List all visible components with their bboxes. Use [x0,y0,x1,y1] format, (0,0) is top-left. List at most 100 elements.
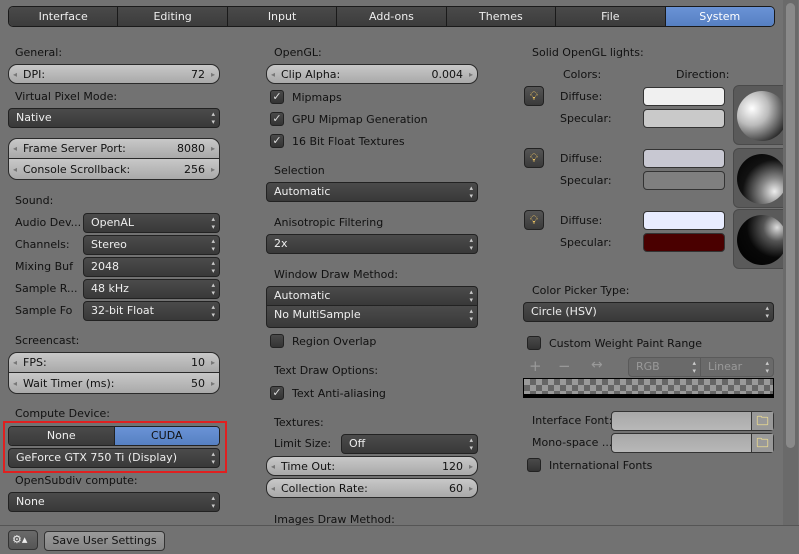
light-2-diffuse-swatch[interactable] [643,149,725,168]
channels-dropdown[interactable]: Stereo [83,235,220,255]
cs-value: 256 [184,162,205,176]
frame-server-port-field[interactable]: Frame Server Port: 8080 [8,138,220,158]
color-mode-dropdown[interactable]: RGB [628,357,701,377]
limit-size-dropdown[interactable]: Off [341,434,478,454]
textures-heading: Textures: [274,416,324,429]
timeout-field[interactable]: Time Out: 120 [266,456,478,476]
flip-arrows-icon[interactable]: ↔ [591,357,603,373]
aniso-dropdown[interactable]: 2x [266,234,478,254]
text-aa-label: Text Anti-aliasing [292,386,386,400]
limit-size-label: Limit Size: [274,437,332,450]
compute-none-button[interactable]: None [9,427,115,445]
interface-font-field[interactable]: 🗀 [611,411,774,431]
check-icon: ✓ [270,112,284,126]
region-overlap-label: Region Overlap [292,334,377,348]
wait-timer-field[interactable]: Wait Timer (ms): 50 [8,372,220,394]
dpi-label: DPI: [23,67,46,81]
direction-label: Direction: [676,68,730,81]
dpi-field[interactable]: DPI: 72 [8,64,220,84]
window-draw-dropdown[interactable]: Automatic [266,286,478,306]
diffuse-label: Diffuse: [560,214,603,227]
float16-checkbox[interactable]: ✓ 16 Bit Float Textures [270,134,405,148]
audio-device-dropdown[interactable]: OpenAL [83,213,220,233]
fps-value: 10 [191,356,205,369]
sample-format-dropdown[interactable]: 32-bit Float [83,301,220,321]
selection-dropdown[interactable]: Automatic [266,182,478,202]
light-3-diffuse-swatch[interactable] [643,211,725,230]
light-2-specular-swatch[interactable] [643,171,725,190]
check-icon: ✓ [270,90,284,104]
colors-label: Colors: [563,68,602,81]
compute-cuda-button[interactable]: CUDA [114,427,219,445]
sample-rate-label: Sample R... [15,282,78,295]
scrollbar-track[interactable] [783,0,798,525]
color-ramp[interactable] [523,378,774,398]
region-overlap-checkbox[interactable]: Region Overlap [270,334,376,348]
add-icon[interactable]: + [529,357,542,375]
float16-label: 16 Bit Float Textures [292,134,405,148]
light-2-direction-sphere[interactable] [733,148,789,208]
vpm-dropdown[interactable]: Native [8,108,220,128]
save-user-settings-button[interactable]: Save User Settings [44,531,165,551]
tab-themes[interactable]: Themes [446,7,557,26]
light-2-toggle-bulb-icon[interactable]: 💡︎ [524,148,544,168]
general-heading: General: [15,46,63,59]
fsp-value: 8080 [177,142,205,155]
remove-icon[interactable]: − [558,357,571,375]
tab-interface[interactable]: Interface [9,7,119,26]
fps-field[interactable]: FPS: 10 [8,352,220,372]
clip-alpha-value: 0.004 [431,67,464,81]
wait-value: 50 [191,376,205,390]
check-icon: ✓ [270,386,284,400]
mixing-buffer-dropdown[interactable]: 2048 [83,257,220,277]
mipmaps-checkbox[interactable]: ✓ Mipmaps [270,90,342,104]
gpu-mipmap-checkbox[interactable]: ✓ GPU Mipmap Generation [270,112,428,126]
international-fonts-checkbox[interactable]: International Fonts [527,458,652,472]
diffuse-label: Diffuse: [560,90,603,103]
light-1-diffuse-swatch[interactable] [643,87,725,106]
tab-file[interactable]: File [556,7,666,26]
clip-alpha-field[interactable]: Clip Alpha: 0.004 [266,64,478,84]
scrollbar-thumb[interactable] [786,3,795,448]
light-3-toggle-bulb-icon[interactable]: 💡︎ [524,210,544,230]
light-1-direction-sphere[interactable] [733,85,789,145]
console-scrollback-field[interactable]: Console Scrollback: 256 [8,158,220,180]
interpolation-dropdown[interactable]: Linear [700,357,774,377]
fps-label: FPS: [23,356,47,369]
vpm-label: Virtual Pixel Mode: [15,90,118,103]
tab-input[interactable]: Input [227,7,338,26]
international-fonts-label: International Fonts [549,458,653,472]
color-picker-dropdown[interactable]: Circle (HSV) [523,302,774,322]
editor-type-menu-icon[interactable]: ⚙︎▴ [8,530,38,550]
timeout-label: Time Out: [281,459,336,473]
cs-label: Console Scrollback: [23,162,131,176]
text-aa-checkbox[interactable]: ✓ Text Anti-aliasing [270,386,386,400]
clip-alpha-label: Clip Alpha: [281,67,341,81]
diffuse-label: Diffuse: [560,152,603,165]
gpu-dropdown[interactable]: GeForce GTX 750 Ti (Display) [8,448,220,468]
opensubdiv-dropdown[interactable]: None [8,492,220,512]
custom-weight-checkbox[interactable]: Custom Weight Paint Range [527,336,702,350]
sample-format-label: Sample Fo [15,304,73,317]
multisample-dropdown[interactable]: No MultiSample [266,306,478,328]
folder-icon[interactable]: 🗀 [751,412,773,430]
light-1-toggle-bulb-icon[interactable]: 💡︎ [524,86,544,106]
compute-device-heading: Compute Device: [15,407,110,420]
light-3-specular-swatch[interactable] [643,233,725,252]
sample-rate-dropdown[interactable]: 48 kHz [83,279,220,299]
tab-system[interactable]: System [665,7,774,26]
text-draw-heading: Text Draw Options: [274,364,379,377]
light-3-direction-sphere[interactable] [733,209,789,269]
mono-font-field[interactable]: 🗀 [611,433,774,453]
tab-addons[interactable]: Add-ons [337,7,447,26]
light-1-specular-swatch[interactable] [643,109,725,128]
mono-font-label: Mono-space ... [532,436,613,449]
window-draw-heading: Window Draw Method: [274,268,399,281]
collection-rate-field[interactable]: Collection Rate: 60 [266,478,478,498]
tab-editing[interactable]: Editing [118,7,228,26]
folder-icon[interactable]: 🗀 [751,434,773,452]
specular-label: Specular: [560,112,612,125]
checkbox-icon [527,336,541,350]
channels-label: Channels: [15,238,70,251]
timeout-value: 120 [442,459,463,473]
